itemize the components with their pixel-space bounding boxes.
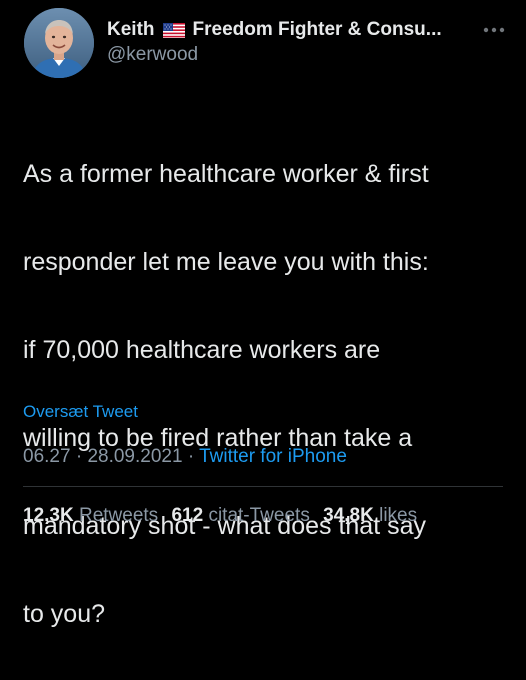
quote-tweets-count: 612 [171, 505, 204, 526]
tweet-text: As a former healthcare worker & first re… [23, 108, 508, 680]
retweets-count: 12,3K [23, 505, 74, 526]
quote-tweets-stat[interactable]: 612 citat-Tweets [171, 505, 309, 526]
tweet-date[interactable]: 28.09.2021 [87, 446, 182, 467]
quote-tweets-label: citat-Tweets [208, 505, 310, 526]
tweet-card: Keith Freedom Fighter & Consu... @kerwoo… [0, 0, 526, 628]
display-name-suffix[interactable]: Freedom Fighter & Consu... [193, 19, 442, 41]
avatar[interactable] [24, 8, 94, 78]
meta-separator: · [187, 446, 195, 467]
tweet-text-line: if 70,000 healthcare workers are [23, 336, 381, 364]
tweet-text-line: to you? [23, 600, 106, 628]
user-handle[interactable]: @kerwood [107, 44, 198, 66]
author-name-row[interactable]: Keith Freedom Fighter & Consu... [107, 17, 507, 43]
translate-tweet-link[interactable]: Oversæt Tweet [23, 402, 138, 422]
us-flag-icon [162, 22, 185, 38]
tweet-text-line: As a former healthcare worker & first [23, 160, 429, 188]
retweets-stat[interactable]: 12,3K Retweets [23, 505, 158, 526]
likes-count: 34,8K [323, 505, 374, 526]
retweets-label: Retweets [78, 505, 159, 526]
tweet-time[interactable]: 06.27 [23, 446, 71, 467]
profile-photo-icon [24, 8, 94, 78]
more-options-icon[interactable] [480, 22, 508, 38]
tweet-text-line: responder let me leave you with this: [23, 248, 429, 276]
likes-label: likes [379, 505, 418, 526]
likes-stat[interactable]: 34,8K likes [323, 505, 417, 526]
tweet-stats: 12,3K Retweets 612 citat-Tweets 34,8K li… [23, 505, 425, 527]
tweet-meta: 06.27 · 28.09.2021 · Twitter for iPhone [23, 446, 347, 468]
display-name[interactable]: Keith [107, 19, 155, 41]
tweet-source-link[interactable]: Twitter for iPhone [199, 446, 347, 467]
meta-separator: · [75, 446, 83, 467]
divider [23, 486, 503, 487]
